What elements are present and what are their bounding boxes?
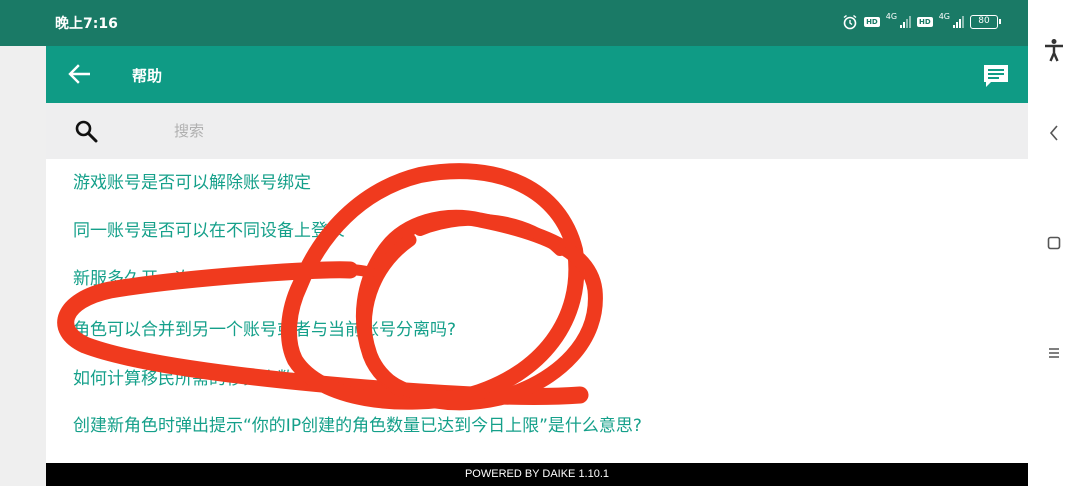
search-input[interactable]: [174, 119, 774, 143]
message-icon[interactable]: [982, 63, 1010, 89]
search-bar: [46, 103, 1028, 159]
search-icon[interactable]: [74, 119, 98, 143]
alarm-icon: [843, 14, 857, 30]
faq-item[interactable]: 同一账号是否可以在不同设备上登录: [73, 216, 345, 241]
faq-item[interactable]: 新服多久开一次: [73, 264, 192, 289]
faq-item[interactable]: 角色可以合并到另一个账号或者与当前账号分离吗?: [73, 315, 456, 340]
left-gutter: [0, 46, 46, 486]
menu-lines-icon[interactable]: [1042, 341, 1066, 365]
system-nav-panel: [1028, 0, 1080, 486]
faq-list: 游戏账号是否可以解除账号绑定 同一账号是否可以在不同设备上登录 新服多久开一次 …: [46, 159, 1028, 463]
signal-icon: [900, 16, 912, 28]
hd-icon: HD: [864, 17, 880, 27]
hd-icon: HD: [917, 17, 933, 27]
faq-item[interactable]: 游戏账号是否可以解除账号绑定: [73, 168, 311, 193]
back-chevron-icon[interactable]: [1042, 121, 1066, 145]
faq-item[interactable]: 如何计算移民所需的移民令数量?: [73, 364, 320, 389]
faq-item[interactable]: 创建新角色时弹出提示“你的IP创建的角色数量已达到今日上限”是什么意思?: [73, 411, 642, 436]
powered-by-footer: POWERED BY DAIKE 1.10.1: [46, 463, 1028, 486]
network-type-1: 4G: [885, 12, 898, 21]
arrow-left-icon[interactable]: [68, 64, 90, 84]
network-type-2: 4G: [938, 12, 950, 21]
status-bar: 晚上7:16 HD 4G HD 4G 80: [0, 0, 1028, 46]
status-time: 晚上7:16: [55, 16, 118, 32]
page-title: 帮助: [132, 67, 163, 85]
app-bar: 帮助: [46, 46, 1028, 103]
signal-icon: [953, 16, 964, 28]
accessibility-icon[interactable]: [1042, 38, 1066, 62]
home-square-icon[interactable]: [1042, 231, 1066, 255]
status-icons: HD 4G HD 4G 80: [842, 12, 1001, 31]
battery-icon: 80: [970, 15, 1001, 29]
